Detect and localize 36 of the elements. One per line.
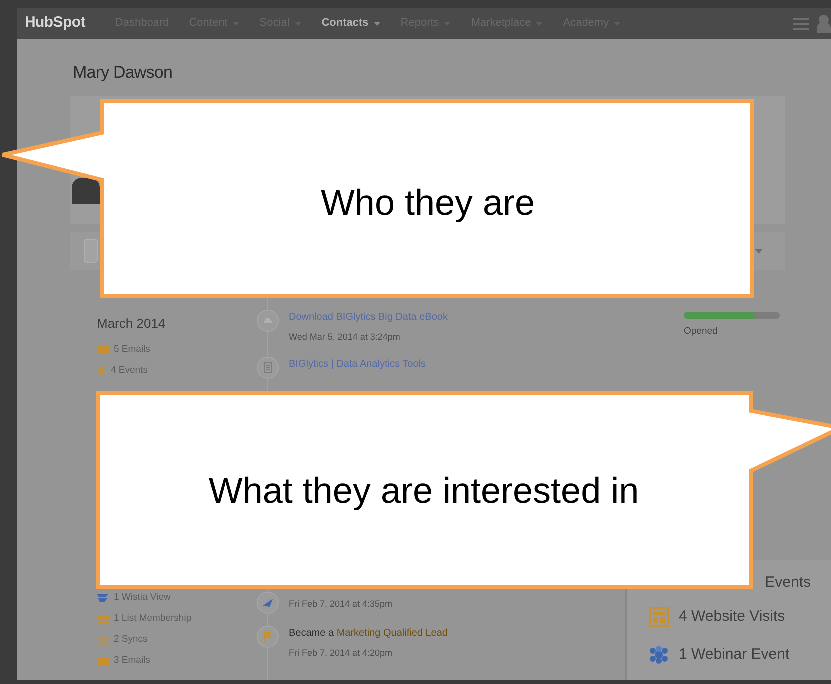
summary-item: 1 Wistia View <box>114 591 171 606</box>
avatar <box>72 178 100 204</box>
snowflake-icon <box>649 646 669 664</box>
activity-time: Wed Mar 5, 2014 at 3:24pm <box>289 331 402 344</box>
callout-text: What they are interested in <box>208 469 640 513</box>
avatar-icon[interactable] <box>817 14 831 32</box>
month-heading: March 2014 <box>97 315 167 334</box>
summary-item: 4 Events <box>111 364 148 378</box>
envelope-icon <box>97 346 109 354</box>
nav-tab[interactable]: Contacts <box>312 15 391 32</box>
activity-time: Fri Feb 7, 2014 at 4:20pm <box>289 646 394 660</box>
summary-item: 2 Syncs <box>114 633 148 648</box>
activity-time: Fri Feb 7, 2014 at 4:35pm <box>289 598 393 611</box>
contact-name: Mary Dawson <box>73 63 174 84</box>
activity-total: 4 Website Visits <box>679 606 786 627</box>
caret-icon[interactable] <box>755 248 763 254</box>
document-icon <box>261 360 275 375</box>
activity-text: Became a <box>289 628 334 638</box>
activity-total: 1 Webinar Event <box>679 644 790 665</box>
logo[interactable]: HubSpot <box>25 12 86 35</box>
list-icon <box>97 615 109 624</box>
summary-item: 1 List Membership <box>114 612 192 626</box>
browser-window-icon <box>649 607 669 627</box>
shuffle-icon <box>97 636 109 644</box>
activity-link[interactable]: Download BIGlytics Big Data eBook <box>289 310 448 326</box>
callout-text: Who they are <box>320 181 536 225</box>
summary-item: 5 Emails <box>114 343 150 358</box>
menu-icon[interactable] <box>793 18 809 30</box>
summary-item: 3 Emails <box>114 654 150 668</box>
wave-icon <box>97 594 109 603</box>
envelope-icon <box>97 658 109 666</box>
activity-link[interactable]: BIGlytics | Data Analytics Tools <box>289 356 426 372</box>
status-label: Opened <box>684 325 719 340</box>
lightning-icon <box>97 366 106 377</box>
lifecycle-stage-link[interactable]: Marketing Qualified Lead <box>336 628 448 638</box>
activity-total: Events <box>765 572 811 593</box>
